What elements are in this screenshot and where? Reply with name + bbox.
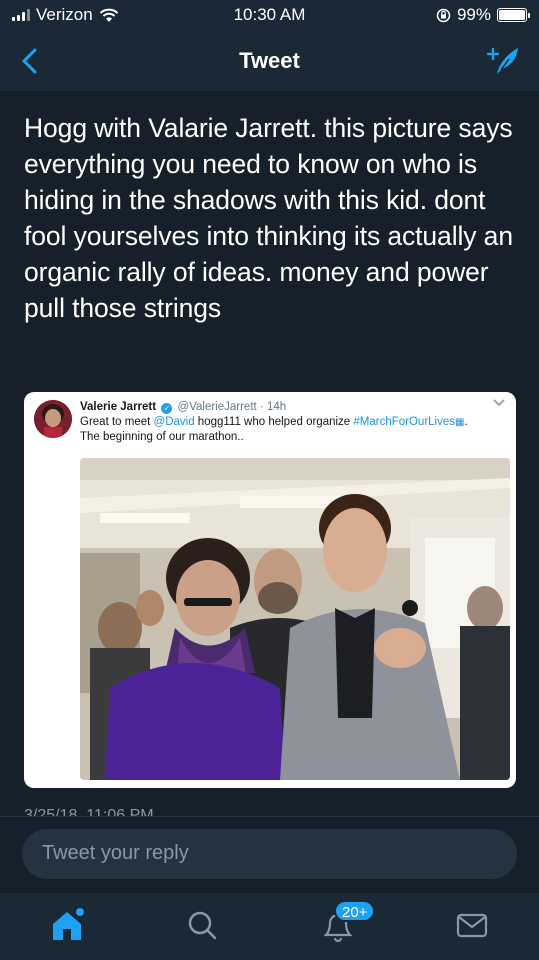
chevron-left-icon[interactable] — [16, 46, 44, 76]
home-icon[interactable] — [47, 905, 87, 945]
status-right: 99% — [436, 5, 530, 25]
embedded-tweet-header: Valerie Jarrett ✓ @ValerieJarrett · 14h … — [80, 400, 486, 445]
compose-tweet-icon[interactable] — [485, 44, 521, 78]
embedded-tweet-text-line2: The beginning of our marathon.. — [80, 431, 244, 443]
tab-bar — [0, 892, 539, 960]
embedded-tweet-text: Great to meet @David hogg111 who helped … — [80, 416, 468, 428]
tweet-text: Hogg with Valarie Jarrett. this picture … — [24, 113, 513, 323]
notifications-badge: 20+ — [334, 900, 376, 922]
chevron-down-icon — [493, 399, 505, 407]
battery-percent: 99% — [456, 5, 491, 24]
reply-bar: Tweet your reply — [0, 816, 539, 892]
status-left: Verizon — [12, 5, 119, 25]
embedded-author-handle: @ValerieJarrett — [177, 401, 257, 413]
search-icon[interactable] — [182, 905, 222, 945]
orientation-lock-icon — [436, 8, 451, 22]
battery-icon — [497, 8, 530, 22]
hashtag-link: #MarchForOurLives — [353, 416, 456, 428]
wifi-icon — [99, 8, 118, 22]
nav-bar: Tweet — [0, 30, 539, 92]
verified-icon: ✓ — [161, 403, 173, 414]
embedded-author-name: Valerie Jarrett — [80, 401, 157, 413]
page-title: Tweet — [239, 47, 300, 73]
signal-icon — [12, 9, 30, 21]
tweet-timestamp: 3/25/18, 11:06 PM — [24, 807, 154, 816]
embedded-tweet-image[interactable]: Valerie Jarrett ✓ @ValerieJarrett · 14h … — [24, 392, 516, 788]
mention-link: @David — [153, 416, 195, 428]
status-bar: Verizon 10:30 AM 99% — [0, 0, 539, 30]
avatar — [34, 400, 72, 438]
carrier-name: Verizon — [36, 5, 93, 24]
mail-icon[interactable] — [452, 905, 492, 945]
reply-input[interactable]: Tweet your reply — [22, 829, 517, 879]
embedded-photo — [80, 458, 510, 780]
embedded-tweet-age: · 14h — [259, 401, 287, 413]
